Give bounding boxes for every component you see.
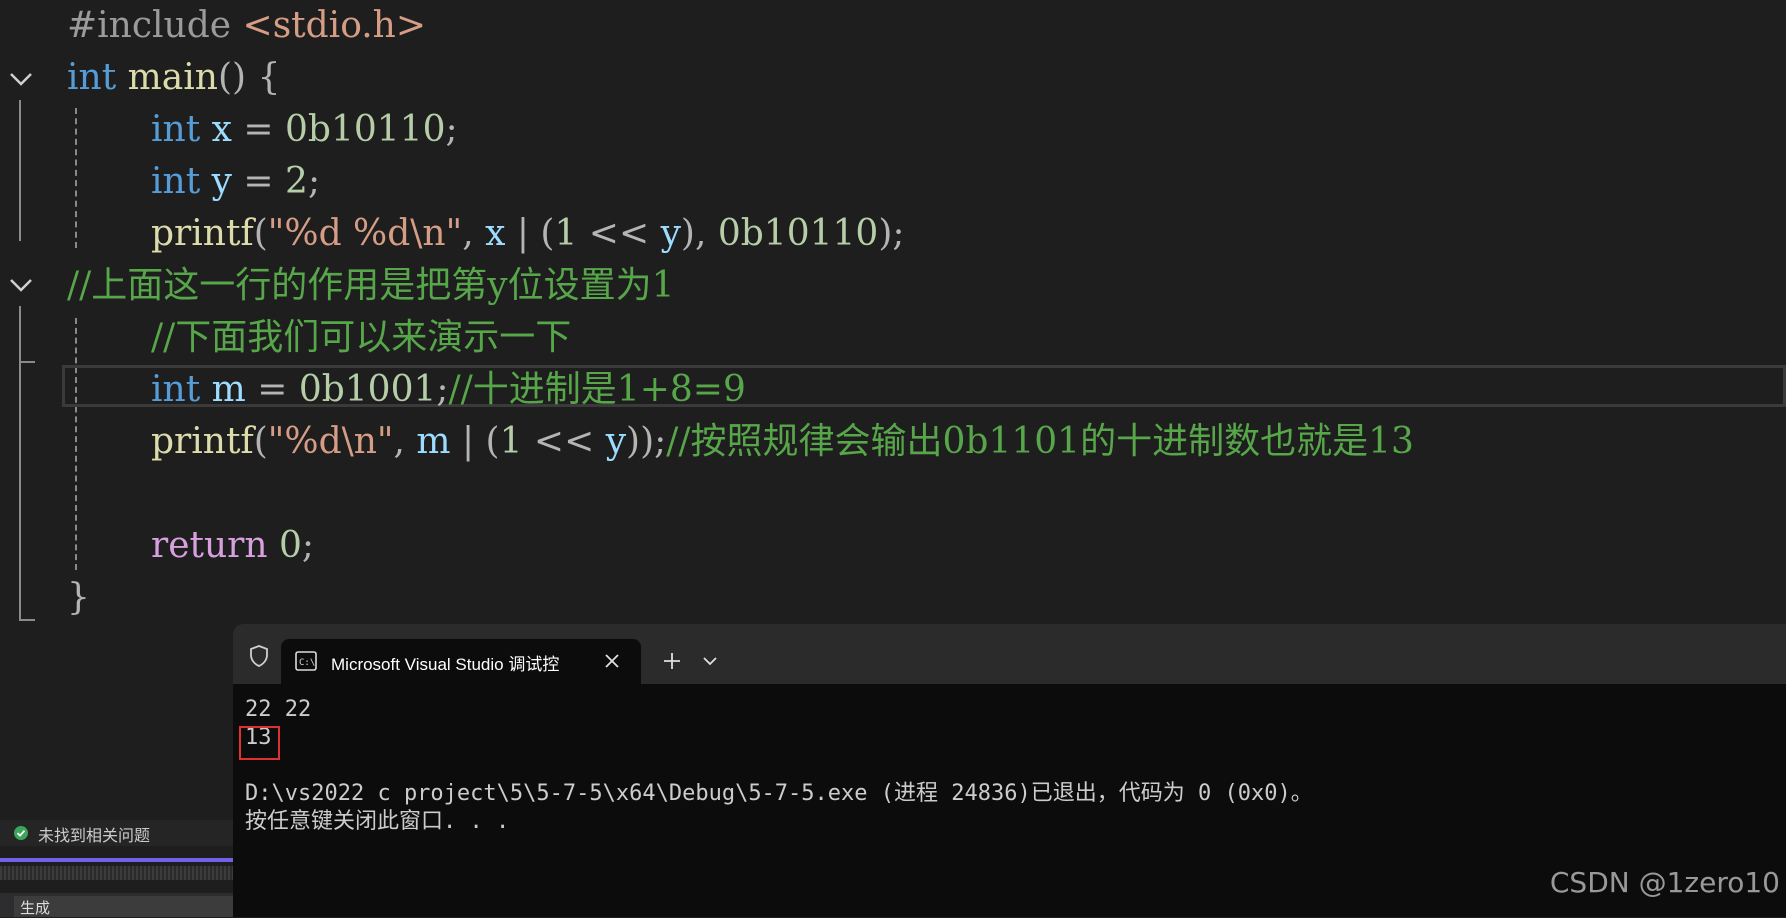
operator: = bbox=[231, 109, 285, 150]
comment: //上面这一行的作用是把第y位设置为1 bbox=[67, 265, 675, 306]
number-literal: 2 bbox=[285, 161, 308, 202]
error-list-status[interactable]: 未找到相关问题 bbox=[0, 820, 233, 846]
number-literal: 0b10110 bbox=[285, 109, 446, 150]
punctuation: ); bbox=[878, 213, 905, 254]
fold-guide-tick bbox=[19, 361, 35, 363]
punctuation: , bbox=[393, 421, 417, 462]
fold-guide-end bbox=[19, 619, 35, 621]
punctuation: () { bbox=[217, 57, 281, 98]
code-line-12: } bbox=[67, 572, 90, 624]
operator: | ( bbox=[505, 213, 555, 254]
keyword: int bbox=[151, 369, 201, 410]
comment: //按照规律会输出0b1101的十进制数也就是13 bbox=[666, 421, 1414, 462]
include-header: <stdio.h> bbox=[242, 5, 427, 46]
indent-guide bbox=[75, 108, 77, 248]
chevron-down-icon bbox=[10, 73, 32, 86]
fold-guide-comment bbox=[19, 306, 21, 620]
variable: m bbox=[416, 421, 451, 462]
code-line-5: printf("%d %d\n", x | (1 << y), 0b10110)… bbox=[151, 208, 905, 260]
variable: y bbox=[211, 161, 232, 202]
number-literal: 1 bbox=[554, 213, 578, 254]
code-line-3: int x = 0b10110; bbox=[151, 104, 458, 156]
operator: << bbox=[522, 421, 606, 462]
punctuation: ; bbox=[436, 369, 449, 410]
code-line-11: return 0; bbox=[151, 520, 314, 572]
closing-brace: } bbox=[67, 577, 90, 618]
keyword: int bbox=[151, 109, 201, 150]
variable: m bbox=[211, 369, 246, 410]
indent-guide bbox=[75, 318, 77, 570]
check-circle-icon bbox=[14, 826, 28, 840]
chevron-down-icon bbox=[10, 279, 32, 292]
progress-bar bbox=[0, 858, 233, 862]
punctuation: ), bbox=[680, 213, 718, 254]
console-line: 按任意键关闭此窗口. . . bbox=[245, 809, 510, 834]
variable: x bbox=[485, 213, 506, 254]
function-name: main bbox=[127, 57, 218, 98]
shield-icon bbox=[250, 645, 268, 667]
close-icon[interactable] bbox=[601, 650, 623, 672]
fold-toggle-comment[interactable] bbox=[8, 272, 34, 298]
punctuation: , bbox=[462, 213, 486, 254]
number-literal: 0b1001 bbox=[298, 369, 437, 410]
variable: y bbox=[605, 421, 627, 462]
code-line-8: int m = 0b1001;//十进制是1+8=9 bbox=[151, 364, 746, 416]
fold-toggle-main[interactable] bbox=[8, 66, 34, 92]
console-line: 22 22 bbox=[245, 697, 312, 722]
plus-icon[interactable] bbox=[661, 650, 683, 672]
code-line-7: //下面我们可以来演示一下 bbox=[151, 312, 571, 364]
watermark: CSDN @1zero10 bbox=[1549, 866, 1780, 899]
operator: = bbox=[245, 369, 299, 410]
splitter[interactable] bbox=[0, 866, 233, 880]
punctuation: ; bbox=[445, 109, 458, 150]
number-literal: 1 bbox=[499, 421, 523, 462]
punctuation: )); bbox=[626, 421, 667, 462]
number-literal: 0 bbox=[279, 525, 302, 566]
operator: | ( bbox=[450, 421, 500, 462]
comment: //十进制是1+8=9 bbox=[448, 369, 746, 410]
variable: y bbox=[660, 213, 681, 254]
svg-text:C:\: C:\ bbox=[299, 658, 315, 668]
terminal-icon: C:\ bbox=[295, 651, 317, 671]
comment: //下面我们可以来演示一下 bbox=[151, 317, 572, 358]
keyword: int bbox=[67, 57, 117, 98]
keyword: return bbox=[151, 525, 268, 566]
string-literal: "%d %d\n" bbox=[267, 213, 463, 254]
code-line-6: //上面这一行的作用是把第y位设置为1 bbox=[67, 260, 675, 312]
code-line-2: int main() { bbox=[67, 52, 280, 104]
keyword: int bbox=[151, 161, 201, 202]
code-line-9: printf("%d\n", m | (1 << y));//按照规律会输出0b… bbox=[151, 416, 1414, 468]
console-tab-title: Microsoft Visual Studio 调试控 bbox=[331, 655, 560, 674]
code-line-4: int y = 2; bbox=[151, 156, 320, 208]
punctuation: ; bbox=[301, 525, 315, 566]
preprocessor-directive: #include bbox=[67, 5, 232, 46]
console-line: D:\vs2022 c project\5\5-7-5\x64\Debug\5-… bbox=[245, 781, 1313, 806]
variable: x bbox=[211, 109, 232, 150]
operator: << bbox=[577, 213, 661, 254]
function-name: printf bbox=[151, 421, 254, 462]
console-titlebar[interactable]: C:\ Microsoft Visual Studio 调试控 bbox=[233, 624, 1786, 684]
fold-guide-main bbox=[19, 100, 21, 241]
chevron-down-icon[interactable] bbox=[701, 652, 719, 670]
tab-build-label: 生成 bbox=[20, 900, 51, 917]
console-tab[interactable]: C:\ Microsoft Visual Studio 调试控 bbox=[281, 639, 641, 684]
issues-status-text: 未找到相关问题 bbox=[38, 828, 151, 845]
operator: = bbox=[231, 161, 286, 202]
punctuation: ; bbox=[307, 161, 321, 202]
function-name: printf bbox=[151, 213, 254, 254]
code-line-1: #include <stdio.h> bbox=[67, 0, 426, 52]
annotation-highlight-box bbox=[239, 726, 280, 760]
string-literal: "%d\n" bbox=[267, 421, 394, 462]
punctuation: ( bbox=[253, 213, 268, 254]
number-literal: 0b10110 bbox=[717, 213, 879, 254]
punctuation: ( bbox=[253, 421, 268, 462]
